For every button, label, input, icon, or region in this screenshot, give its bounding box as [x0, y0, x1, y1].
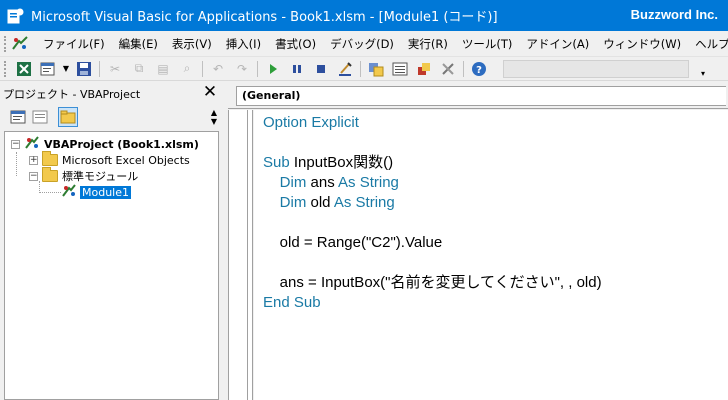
tree-node-excel-objects[interactable]: + Microsoft Excel Objects [29, 151, 190, 168]
code-text: ans = InputBox("名前を変更してください", , old) [263, 274, 602, 291]
position-indicator-field [503, 59, 689, 78]
tree-node-module1[interactable]: Module1 [61, 183, 131, 201]
toolbar-options-icon[interactable]: ▾ [697, 60, 709, 78]
menu-debug[interactable]: デバッグ(D) [323, 36, 401, 52]
collapse-icon[interactable]: − [11, 139, 20, 149]
tree-label-module1: Module1 [80, 185, 131, 199]
svg-text:?: ? [476, 65, 482, 76]
code-text: old = Range("C2").Value [263, 234, 443, 251]
code-text: InputBox関数() [289, 154, 394, 171]
toolbox-icon[interactable] [438, 60, 458, 78]
redo-icon[interactable]: ↷ [232, 60, 252, 78]
tree-node-vbaproject[interactable]: − VBAProject (Book1.xlsm) [11, 135, 199, 153]
menu-insert[interactable]: 挿入(I) [219, 36, 268, 52]
menu-window[interactable]: ウィンドウ(W) [596, 36, 688, 52]
toolbar-separator [99, 60, 100, 77]
menu-format[interactable]: 書式(O) [268, 36, 323, 52]
insert-module-icon[interactable] [38, 60, 58, 78]
menu-view[interactable]: 表示(V) [165, 36, 219, 52]
code-keyword: Dim [279, 174, 307, 191]
vba-app-icon[interactable] [7, 7, 25, 25]
help-icon[interactable]: ? [469, 60, 489, 78]
code-keyword: Dim [279, 194, 307, 211]
menu-run[interactable]: 実行(R) [401, 36, 455, 52]
project-pane-title: プロジェクト - VBAProject [3, 88, 141, 101]
expand-icon[interactable]: + [29, 155, 38, 165]
toggle-folders-icon[interactable] [58, 107, 78, 127]
excel-app-icon[interactable] [10, 35, 30, 53]
menu-tools[interactable]: ツール(T) [455, 36, 520, 52]
menu-help[interactable]: ヘルプ(H) [688, 36, 728, 52]
vba-project-icon [24, 135, 40, 153]
view-code-icon[interactable] [8, 107, 28, 127]
break-icon[interactable] [287, 60, 307, 78]
paste-icon[interactable]: ▤ [153, 60, 173, 78]
code-keyword: Sub [263, 154, 290, 171]
code-line[interactable]: End Sub [263, 293, 321, 313]
project-explorer-icon[interactable] [366, 60, 386, 78]
tree-label-modules: 標準モジュール [62, 170, 139, 183]
object-combo[interactable]: (General) [236, 86, 726, 106]
standard-toolbar: ▼ ✂ ⧉ ▤ ⌕ ↶ ↷ ? ▾ [0, 57, 728, 81]
tree-label-project: VBAProject (Book1.xlsm) [44, 137, 199, 151]
save-icon[interactable] [74, 60, 94, 78]
excel-view-icon[interactable] [14, 60, 34, 78]
window-title: Microsoft Visual Basic for Applications … [31, 10, 498, 25]
code-text: ans [306, 174, 339, 191]
project-pane-header: プロジェクト - VBAProject ✕ [0, 82, 222, 104]
object-browser-icon[interactable] [414, 60, 434, 78]
tree-connector [39, 192, 61, 193]
tree-label-excel-objects: Microsoft Excel Objects [62, 153, 190, 167]
find-icon[interactable]: ⌕ [177, 60, 197, 78]
code-line[interactable]: old = Range("C2").Value [263, 233, 443, 253]
project-pane-toolbar: ▲ ▼ [0, 104, 222, 130]
module-icon [61, 183, 77, 201]
toolbar-grip[interactable] [4, 60, 8, 77]
code-text: old [306, 194, 334, 211]
code-margin[interactable] [228, 110, 253, 400]
menu-grip[interactable] [4, 35, 6, 52]
code-keyword: As String [338, 174, 399, 191]
toolbar-separator [202, 60, 203, 77]
toolbar-separator [257, 60, 258, 77]
copy-icon[interactable]: ⧉ [129, 60, 149, 78]
code-window-header: (General) [228, 82, 728, 109]
menu-addins[interactable]: アドイン(A) [519, 36, 596, 52]
cut-icon[interactable]: ✂ [105, 60, 125, 78]
toolbar-separator [360, 60, 361, 77]
code-editor[interactable]: Option Explicit Sub InputBox関数() Dim ans … [254, 110, 728, 400]
open-folder-icon [42, 167, 58, 182]
folder-icon [42, 151, 58, 166]
tree-connector [16, 152, 17, 176]
code-line[interactable]: Dim ans As String [263, 173, 399, 193]
code-keyword: As String [333, 194, 395, 211]
menu-edit[interactable]: 編集(E) [112, 36, 165, 52]
code-keyword: End Sub [263, 294, 321, 311]
properties-icon[interactable] [390, 60, 410, 78]
toolbar-separator [463, 60, 464, 77]
run-icon[interactable] [263, 60, 283, 78]
code-line[interactable]: ans = InputBox("名前を変更してください", , old) [263, 273, 602, 293]
reset-icon[interactable] [311, 60, 331, 78]
tree-node-modules[interactable]: − 標準モジュール [29, 167, 139, 184]
view-object-icon[interactable] [30, 107, 50, 127]
collapse-icon[interactable]: − [29, 171, 38, 181]
code-line[interactable]: Dim old As String [263, 193, 395, 213]
brand-watermark: Buzzword Inc. [630, 7, 718, 22]
code-line[interactable]: Sub InputBox関数() [263, 153, 393, 173]
project-tree: − VBAProject (Book1.xlsm) + Microsoft Ex… [4, 131, 219, 400]
pane-scroll-icon[interactable]: ▲ ▼ [208, 108, 220, 128]
code-keyword: Option Explicit [263, 114, 359, 131]
dropdown-arrow-icon[interactable]: ▼ [62, 60, 70, 78]
code-line[interactable]: Option Explicit [263, 113, 359, 133]
close-icon[interactable]: ✕ [201, 83, 219, 101]
design-mode-icon[interactable] [335, 60, 355, 78]
title-bar: Microsoft Visual Basic for Applications … [0, 0, 728, 31]
undo-icon[interactable]: ↶ [208, 60, 228, 78]
menu-file[interactable]: ファイル(F) [36, 36, 112, 52]
menu-bar: ファイル(F) 編集(E) 表示(V) 挿入(I) 書式(O) デバッグ(D) … [0, 31, 728, 57]
